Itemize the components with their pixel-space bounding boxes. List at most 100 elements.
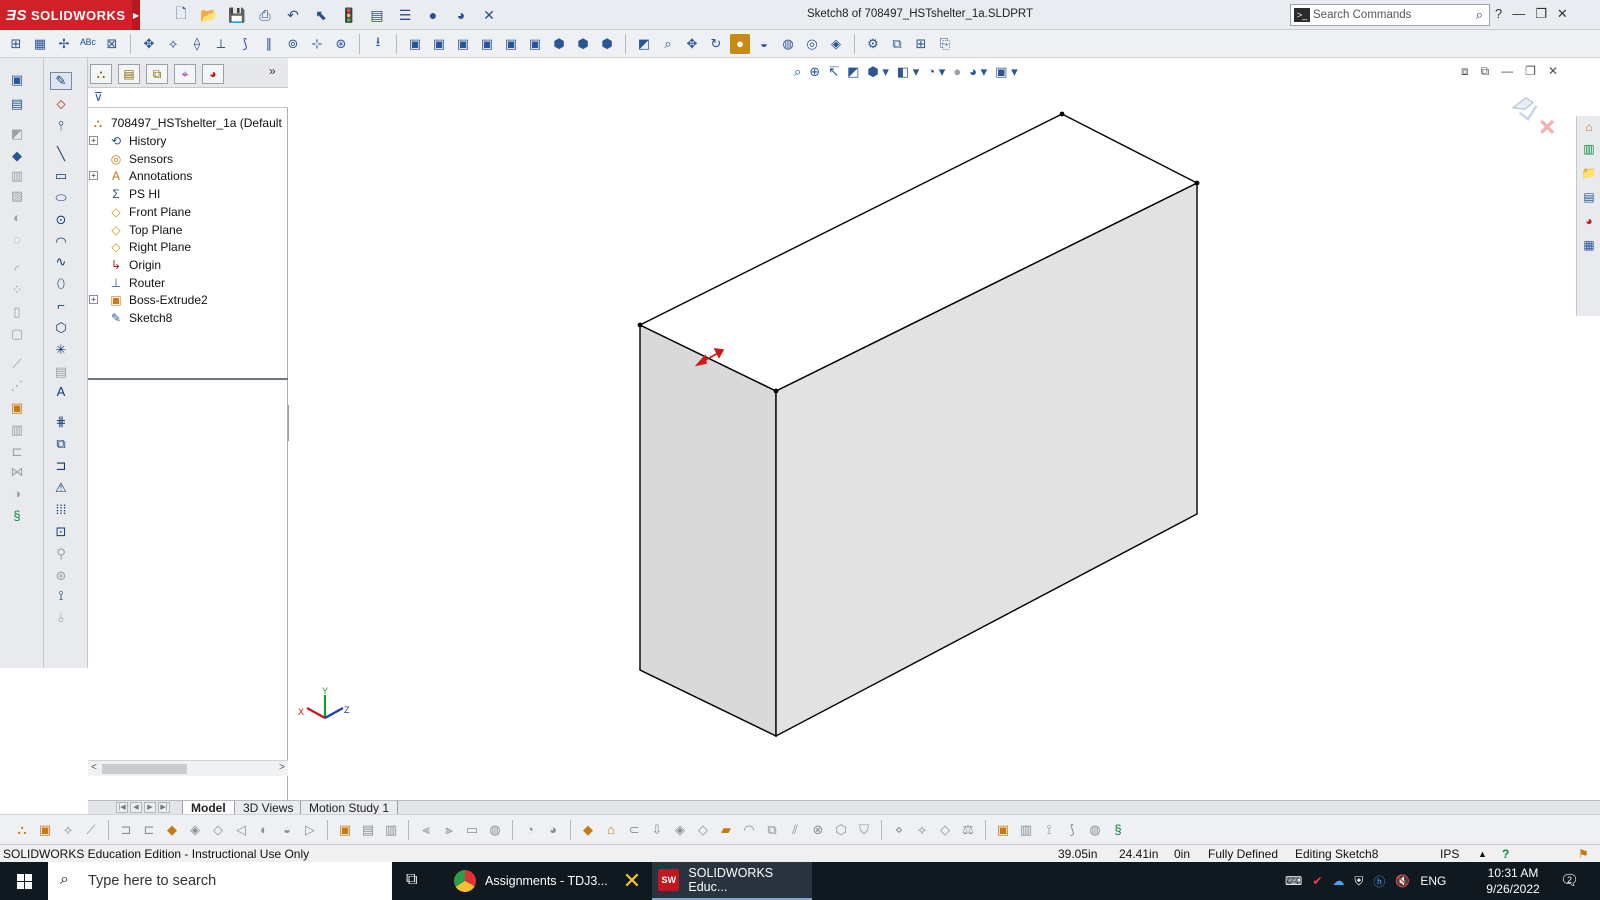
trim-entities-icon[interactable]: ⫯ — [50, 118, 72, 136]
planar-surface-icon[interactable]: ▤ — [358, 820, 378, 840]
configuration-manager-tab-icon[interactable]: ⧉ — [146, 64, 168, 84]
graphics-area[interactable]: ⌕ ⊕ ↸ ◩ ⬢ ▾ ◧ ▾ ◔ ▾ ● ◕ ▾ ▣ ▾ ⧈ ⧉ — ❐ ✕ … — [289, 58, 1600, 800]
onedrive-icon[interactable]: ☁ — [1332, 874, 1344, 888]
select-pointer-icon[interactable]: ⬉ — [310, 4, 332, 26]
tree-horizontal-scrollbar[interactable]: < > — [88, 760, 288, 776]
mold-icon[interactable]: ◔ — [520, 820, 540, 840]
shadows-icon[interactable]: ◒ — [754, 34, 774, 54]
more-tabs-icon[interactable]: » — [269, 64, 276, 78]
search-icon[interactable]: ⌕ — [1476, 7, 1483, 23]
cut-bottom-icon[interactable]: ⊐ — [116, 820, 136, 840]
rib-bottom-icon[interactable]: ◁ — [231, 820, 251, 840]
fix-icon[interactable]: ⟡ — [163, 34, 183, 54]
dimxpert-tab-icon[interactable]: ⌖ — [174, 64, 196, 84]
sketch-bottom-icon[interactable]: ▣ — [993, 820, 1013, 840]
chamfer-bottom-icon[interactable]: ◈ — [185, 820, 205, 840]
edge-flange-icon[interactable]: ⊂ — [624, 820, 644, 840]
flatten-icon[interactable]: ⫽ — [785, 820, 805, 840]
features-extra-icon[interactable]: § — [6, 508, 28, 526]
mirror-icon[interactable]: ◑ — [6, 486, 28, 504]
realview-icon[interactable]: ◍ — [778, 34, 798, 54]
fillet-icon[interactable]: ◜ — [6, 262, 28, 280]
pan-icon[interactable]: ✥ — [682, 34, 702, 54]
clip-icon[interactable]: ⚖ — [958, 820, 978, 840]
system-clock[interactable]: 10:31 AM 9/26/2022 — [1478, 865, 1548, 897]
search-commands-input[interactable]: >_ Search Commands ⌕ — [1290, 4, 1490, 26]
loft-bottom-icon[interactable]: ⟋ — [81, 820, 101, 840]
smart-dimension-icon[interactable]: ⊞ — [6, 34, 26, 54]
connector-icon[interactable]: ◇ — [935, 820, 955, 840]
sketch-picture-icon[interactable]: ⟟ — [1039, 820, 1059, 840]
antivirus-icon[interactable]: ✔ — [1312, 874, 1322, 888]
tree-item[interactable]: + A Annotations — [89, 167, 192, 185]
section-view-icon[interactable]: ◩ — [634, 34, 654, 54]
rebuild-icon[interactable]: 🚦 — [338, 4, 360, 26]
tree-item[interactable]: ◎ Sensors — [108, 150, 173, 168]
unfold-icon[interactable]: ◠ — [739, 820, 759, 840]
tangent-icon[interactable]: ⟆ — [235, 34, 255, 54]
top-view-icon[interactable]: ▣ — [501, 34, 521, 54]
front-view-icon[interactable]: ▣ — [405, 34, 425, 54]
move-entities-icon[interactable]: ⊡ — [50, 524, 72, 542]
right-view-icon[interactable]: ▣ — [477, 34, 497, 54]
tree-item[interactable]: ◇ Top Plane — [108, 221, 182, 239]
restore-icon[interactable]: ❐ — [1535, 6, 1547, 22]
lofted-boss-icon[interactable]: ◆ — [6, 148, 28, 166]
smart-dimension-sketch-icon[interactable]: ⬦ — [50, 96, 72, 114]
sketch-point[interactable] — [1059, 111, 1065, 117]
units-up-icon[interactable]: ▲ — [1478, 849, 1487, 859]
sweep-bottom-icon[interactable]: ⟡ — [58, 820, 78, 840]
volume-muted-icon[interactable]: 🔇 — [1395, 874, 1410, 888]
left-view-icon[interactable]: ▣ — [453, 34, 473, 54]
tree-item[interactable]: Σ PS HI — [108, 185, 160, 203]
close-icon[interactable]: ✕ — [1557, 6, 1568, 22]
intersect-icon[interactable]: ⋈ — [6, 464, 28, 482]
instant2d-icon[interactable]: ⫰ — [50, 610, 72, 628]
view-tab[interactable]: Model — [182, 801, 235, 815]
swept-boss-icon[interactable]: ◩ — [6, 126, 28, 144]
parting-line-icon[interactable]: ◕ — [543, 820, 563, 840]
route-line-icon[interactable]: ⟡ — [912, 820, 932, 840]
display-relations-sketch-icon[interactable]: ⚠ — [50, 480, 72, 498]
tree-item[interactable]: + ▣ Boss-Extrude2 — [89, 291, 208, 309]
draft-icon[interactable]: ⟋ — [6, 356, 28, 374]
revolved-boss-icon[interactable]: ▤ — [6, 96, 28, 114]
rollback-bar[interactable] — [88, 378, 288, 380]
base-flange-icon[interactable]: ⌂ — [601, 820, 621, 840]
print-icon[interactable]: ⎙ — [254, 4, 276, 26]
tree-item[interactable]: ◇ Right Plane — [108, 238, 191, 256]
sheet-metal-icon[interactable]: ◆ — [578, 820, 598, 840]
taskbar-app-chrome[interactable]: Assignments - TDJ3... — [448, 862, 612, 900]
keyboard-icon[interactable]: ⌨ — [1285, 874, 1302, 888]
trimetric-icon[interactable]: ⬢ — [573, 34, 593, 54]
rebuild-status-icon[interactable]: ⚑ — [1578, 847, 1589, 861]
new-document-icon[interactable]: 🗋 — [170, 4, 192, 26]
perpendicular-icon[interactable]: ⟂ — [211, 34, 231, 54]
options-icon[interactable]: ☰ — [394, 4, 416, 26]
view-tab[interactable]: 3D Views — [234, 801, 303, 815]
taskbar-app-tools[interactable]: ✕ — [612, 862, 652, 900]
arc-icon[interactable]: ◠ — [50, 234, 72, 252]
expand-icon[interactable]: + — [89, 136, 98, 145]
task-view-icon[interactable]: ⧉ — [406, 871, 417, 889]
start-button[interactable] — [0, 862, 48, 900]
gusset-icon[interactable]: ▭ — [462, 820, 482, 840]
open-folder-icon[interactable]: 📂 — [198, 4, 220, 26]
sketched-bend-icon[interactable]: ▰ — [716, 820, 736, 840]
extruded-cut-icon[interactable]: ▨ — [6, 188, 28, 206]
hole-wizard-icon[interactable]: ◌ — [6, 232, 28, 250]
table-icon[interactable]: ▦ — [30, 34, 50, 54]
weldment-icon[interactable]: ⫷ — [416, 820, 436, 840]
ellipse-icon[interactable]: ⬯ — [50, 276, 72, 294]
minimize-icon[interactable]: — — [1512, 6, 1525, 22]
display-manager-tab-icon[interactable]: ◕ — [202, 64, 224, 84]
revolve-bottom-icon[interactable]: ▣ — [35, 820, 55, 840]
scroll-right-icon[interactable]: > — [279, 762, 285, 773]
back-view-icon[interactable]: ▣ — [429, 34, 449, 54]
repair-sketch-icon[interactable]: ⟟ — [50, 588, 72, 606]
spline-icon[interactable]: ∿ — [50, 254, 72, 272]
parallel-icon[interactable]: ∥ — [259, 34, 279, 54]
routing-icon[interactable]: ⋄ — [889, 820, 909, 840]
jog-icon[interactable]: ◇ — [693, 820, 713, 840]
save-icon[interactable]: 💾 — [226, 4, 248, 26]
